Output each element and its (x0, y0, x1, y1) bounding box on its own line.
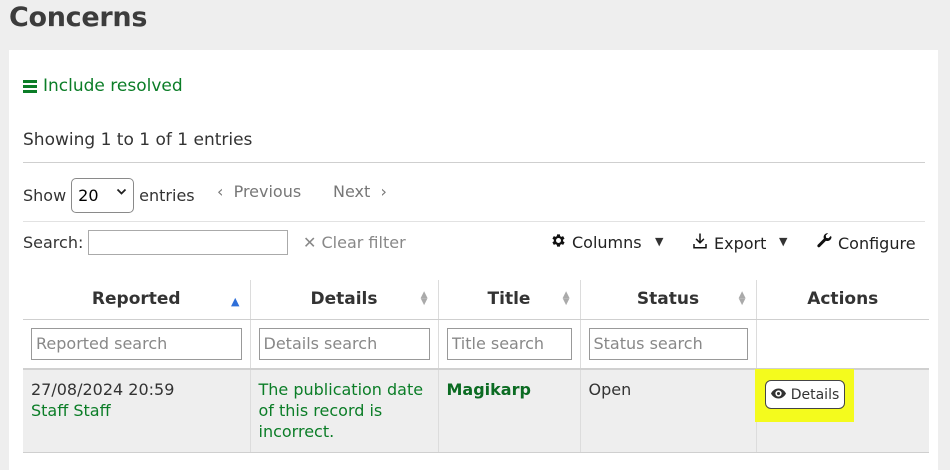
download-icon (691, 232, 709, 254)
configure-label: Configure (838, 233, 916, 253)
column-header-actions: Actions (756, 280, 929, 320)
title-search-input[interactable] (446, 327, 572, 360)
sort-icon: ▲ ▼ (738, 290, 746, 307)
divider (23, 221, 925, 222)
concerns-panel: Include resolved Showing 1 to 1 of 1 ent… (9, 50, 938, 470)
details-button-label: Details (790, 386, 840, 403)
chevron-right-icon: › (380, 182, 387, 201)
column-header-reported[interactable]: Reported ▲ (23, 280, 251, 320)
sort-icon: ▲ ▼ (420, 290, 428, 307)
clear-filter-label: Clear filter (321, 233, 406, 252)
next-label: Next (333, 182, 371, 201)
clear-filter-button[interactable]: ✕ Clear filter (303, 233, 406, 252)
status-search-input[interactable] (588, 327, 748, 360)
include-resolved-link[interactable]: Include resolved (23, 76, 183, 96)
gear-icon (550, 232, 567, 253)
details-button[interactable]: Details (765, 380, 845, 409)
title-cell: Magikarp (438, 368, 581, 453)
export-label: Export (714, 233, 767, 253)
next-page-button[interactable]: Next › (333, 182, 387, 201)
configure-button[interactable]: Configure (815, 232, 916, 254)
concerns-table: Reported ▲ Details ▲ ▼ Title ▲ ▼ Status ▲ ▼… (23, 280, 929, 453)
reported-cell: 27/08/2024 20:59 Staff Staff (23, 368, 251, 453)
include-resolved-label: Include resolved (43, 76, 183, 96)
column-filter-row (23, 319, 929, 369)
status-text: Open (580, 368, 757, 453)
previous-label: Previous (233, 182, 302, 201)
eye-icon (770, 387, 786, 403)
export-button[interactable]: Export (691, 232, 766, 254)
column-header-details[interactable]: Details ▲ ▼ (250, 280, 439, 320)
search-input[interactable] (88, 230, 289, 255)
column-header-title[interactable]: Title ▲ ▼ (438, 280, 581, 320)
page-length-control: Show 20 entries (23, 178, 195, 213)
previous-page-button[interactable]: ‹ Previous (217, 182, 301, 201)
caret-down-icon[interactable]: ▼ (655, 235, 663, 248)
list-icon (23, 80, 37, 93)
entries-label: entries (139, 186, 195, 205)
reported-search-input[interactable] (31, 327, 242, 360)
page-length-select[interactable]: 20 (71, 178, 135, 213)
sort-icon: ▲ ▼ (562, 290, 570, 307)
chevron-left-icon: ‹ (217, 182, 224, 201)
header-row: Reported ▲ Details ▲ ▼ Title ▲ ▼ Status ▲ ▼… (23, 280, 929, 320)
reported-date: 27/08/2024 20:59 (31, 380, 175, 399)
columns-label: Columns (572, 233, 642, 252)
table-info: Showing 1 to 1 of 1 entries (23, 130, 253, 150)
details-search-input[interactable] (258, 327, 430, 360)
search-label: Search: (23, 233, 84, 252)
reporter-link[interactable]: Staff Staff (31, 400, 242, 421)
close-icon: ✕ (303, 233, 317, 252)
column-header-status[interactable]: Status ▲ ▼ (580, 280, 757, 320)
page-title: Concerns (9, 2, 148, 33)
sort-ascending-icon: ▲ (231, 295, 240, 308)
details-text: The publication date of this record is i… (250, 368, 439, 453)
divider (23, 162, 925, 163)
show-label: Show (23, 186, 67, 205)
search-control: Search: (23, 230, 289, 255)
columns-button[interactable]: Columns (550, 232, 642, 253)
caret-down-icon[interactable]: ▼ (779, 235, 787, 248)
title-link[interactable]: Magikarp (447, 380, 531, 399)
wrench-icon (815, 232, 833, 254)
